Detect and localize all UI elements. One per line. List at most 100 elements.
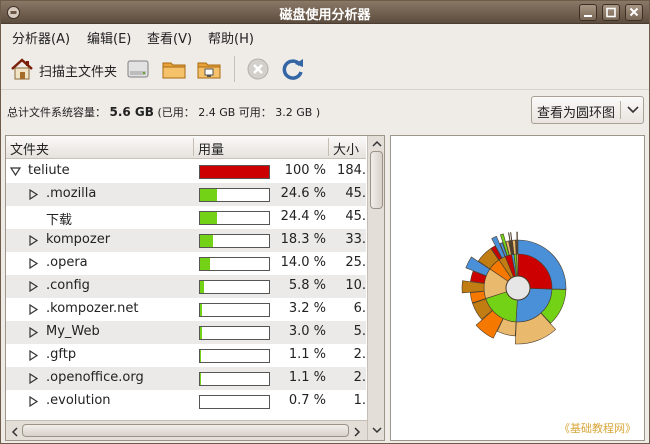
collapsed-arrow-icon[interactable] [28,258,39,269]
usage-bar-fill [200,212,217,224]
maximize-icon [606,7,616,18]
vertical-scroll-thumb[interactable] [370,151,383,209]
table-row[interactable]: .opera 14.0 % 25. [6,252,366,275]
table-row[interactable]: .evolution 0.7 % 1. [6,390,366,413]
refresh-icon[interactable] [280,56,306,82]
folder-size: 45. [345,209,366,224]
folder-size: 1. [353,393,366,408]
collapsed-arrow-icon[interactable] [28,189,39,200]
stop-icon[interactable] [245,56,271,82]
usage-bar [199,211,270,225]
usage-percent: 18.3 % [280,232,326,247]
tree-header: 文件夹 用量 大小 [6,136,366,159]
usage-bar [199,349,270,363]
table-row[interactable]: .gftp 1.1 % 2. [6,344,366,367]
column-header-folder[interactable]: 文件夹 [10,139,49,158]
select-divider [620,101,621,119]
scan-home-button[interactable]: 扫描主文件夹 [5,48,117,90]
minimize-button[interactable] [579,4,597,21]
column-header-usage[interactable]: 用量 [198,139,224,158]
folder-size: 184. [337,163,366,178]
collapsed-arrow-icon[interactable] [28,396,39,407]
scan-filesystem-icon[interactable] [125,56,151,82]
scroll-down-icon[interactable] [372,427,382,434]
table-row[interactable]: .mozilla 24.6 % 45. [6,183,366,206]
collapsed-arrow-icon[interactable] [28,350,39,361]
scroll-left-icon[interactable] [11,427,18,437]
usage-bar-fill [200,258,210,270]
collapsed-arrow-icon[interactable] [28,304,39,315]
collapsed-arrow-icon[interactable] [28,235,39,246]
collapsed-arrow-icon[interactable] [28,373,39,384]
ring-chart-pane[interactable]: 《基础教程网》 [390,135,645,441]
vertical-scrollbar[interactable] [367,136,384,440]
table-row[interactable]: My_Web 3.0 % 5. [6,321,366,344]
table-row[interactable]: kompozer 18.3 % 33. [6,229,366,252]
folder-size: 5. [353,324,366,339]
capacity-detail: (已用： 2.4 GB 可用： 3.2 GB ) [157,106,321,119]
table-row[interactable]: teliute 100 % 184. [6,160,366,183]
toolbar-separator [234,56,235,82]
scan-folder-icon[interactable] [161,56,187,82]
table-row[interactable]: 下载 24.4 % 45. [6,206,366,229]
view-mode-select[interactable]: 查看为圆环图 [531,96,644,124]
column-separator [328,138,329,156]
table-row[interactable]: .openoffice.org 1.1 % 2. [6,367,366,390]
ring-chart[interactable] [391,136,644,440]
usage-percent: 0.7 % [288,393,326,408]
horizontal-scrollbar[interactable] [6,420,367,440]
table-row[interactable]: .kompozer.net 3.2 % 6. [6,298,366,321]
usage-bar [199,280,270,294]
collapsed-arrow-icon[interactable] [28,281,39,292]
column-separator [193,138,194,156]
close-window-button[interactable] [625,4,643,21]
usage-percent: 1.1 % [288,347,326,362]
scroll-up-icon[interactable] [372,140,382,147]
horizontal-scroll-thumb[interactable] [22,424,349,437]
scan-home-label: 扫描主文件夹 [39,65,118,80]
collapsed-arrow-icon[interactable] [28,327,39,338]
menu-help[interactable]: 帮助(H) [208,28,254,47]
watermark: 《基础教程网》 [559,422,636,435]
menu-edit[interactable]: 编辑(E) [87,28,131,47]
folder-size: 45. [345,186,366,201]
folder-name: .evolution [46,393,111,408]
folder-tree[interactable]: 文件夹 用量 大小 teliute 100 % 184. .mozilla 24.6 %… [5,135,385,441]
scan-remote-folder-icon[interactable] [196,56,222,82]
ring-center[interactable] [505,275,531,301]
usage-bar [199,257,270,271]
view-mode-value: 查看为圆环图 [537,106,616,121]
ring-subsegment[interactable] [516,231,518,255]
folder-name: .mozilla [46,186,97,201]
usage-bar [199,234,270,248]
expanded-arrow-icon[interactable] [10,166,21,177]
usage-percent: 14.0 % [280,255,326,270]
folder-name: 下载 [46,213,73,228]
scroll-right-icon[interactable] [354,427,361,437]
title-bar[interactable]: 磁盘使用分析器 [1,1,649,24]
minimize-icon [584,15,592,17]
window-title: 磁盘使用分析器 [279,8,371,23]
app-window: 磁盘使用分析器 分析器(A) 编辑(E) 查看(V) 帮助(H) 扫描主文件夹 [0,0,650,444]
menu-view[interactable]: 查看(V) [147,28,192,47]
usage-percent: 5.8 % [288,278,326,293]
usage-bar-fill [200,327,202,339]
close-icon [629,7,639,17]
usage-bar [199,326,270,340]
chevron-down-icon [627,106,639,114]
usage-percent: 3.2 % [288,301,326,316]
usage-bar-fill [200,304,202,316]
usage-percent: 1.1 % [288,370,326,385]
folder-name: .config [46,278,90,293]
usage-bar-fill [200,373,201,385]
maximize-button[interactable] [602,4,620,21]
usage-percent: 100 % [284,163,326,178]
folder-size: 6. [353,301,366,316]
table-row[interactable]: .config 5.8 % 10. [6,275,366,298]
column-header-size[interactable]: 大小 [333,139,359,158]
menu-analyzer[interactable]: 分析器(A) [12,28,70,47]
usage-bar-fill [200,235,213,247]
folder-size: 33. [345,232,366,247]
capacity-total: 5.6 GB [109,105,154,119]
home-icon [11,58,33,80]
